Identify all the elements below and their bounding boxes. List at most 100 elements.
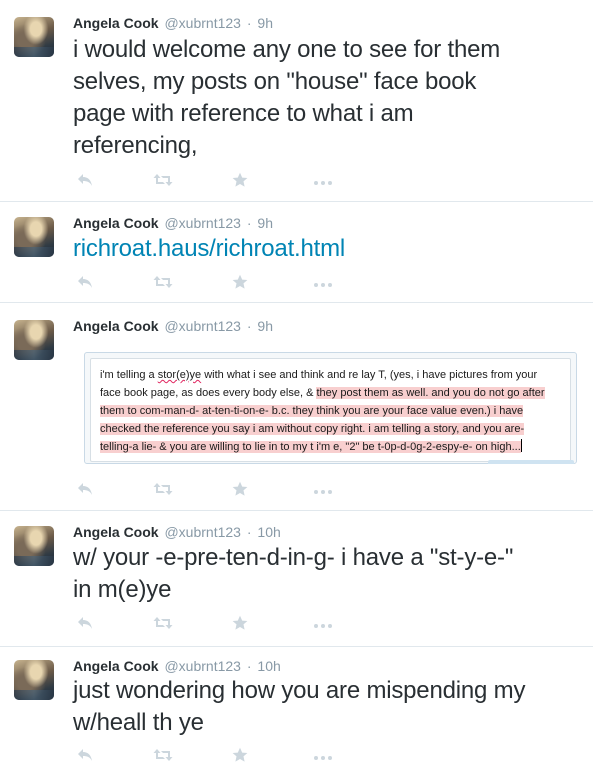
quoted-text-line: them to com-man-d- at-ten-ti-on-e- b.c. … <box>100 402 562 420</box>
separator: · <box>246 15 252 31</box>
favorite-button[interactable] <box>231 481 249 502</box>
retweet-button[interactable] <box>153 616 173 634</box>
quoted-text: i'm telling a <box>100 369 158 381</box>
retweet-icon <box>153 482 173 501</box>
quoted-text-line: i'm telling a stor(e)ye with what i see … <box>100 366 562 384</box>
timestamp[interactable]: 9h <box>257 215 273 231</box>
favorite-icon <box>232 747 248 766</box>
tweet[interactable]: Angela Cook @xubrnt123 · 9h i would welc… <box>0 0 593 202</box>
tweet-text-line: just wondering how you are mispending my <box>73 677 526 704</box>
author-name[interactable]: Angela Cook <box>73 524 159 540</box>
author-handle[interactable]: @xubrnt123 <box>164 318 240 334</box>
reply-button[interactable] <box>77 748 93 766</box>
favorite-button[interactable] <box>231 274 249 295</box>
author-name[interactable]: Angela Cook <box>73 15 159 31</box>
avatar[interactable] <box>14 660 54 700</box>
reply-icon <box>77 482 93 501</box>
more-button[interactable] <box>311 275 335 293</box>
quoted-image-card[interactable]: i'm telling a stor(e)ye with what i see … <box>84 352 577 464</box>
author-handle[interactable]: @xubrnt123 <box>164 15 240 31</box>
tweet-header: Angela Cook @xubrnt123 · 10h <box>73 657 281 675</box>
reply-button[interactable] <box>77 275 93 293</box>
text-cursor <box>520 439 522 452</box>
retweet-button[interactable] <box>153 275 173 293</box>
reply-icon <box>77 616 93 635</box>
highlighted-text: them to com-man-d- at-ten-ti-on-e- b.c. … <box>100 405 524 417</box>
tweet-text-line: page with reference to what i am <box>73 100 414 127</box>
avatar[interactable] <box>14 217 54 257</box>
author-name[interactable]: Angela Cook <box>73 318 159 334</box>
retweet-icon <box>153 275 173 294</box>
tweet[interactable]: Angela Cook @xubrnt123 · 9h i'm telling … <box>0 303 593 511</box>
more-button[interactable] <box>311 173 335 191</box>
tweet-text: i would welcome any one to see for them … <box>73 34 578 162</box>
retweet-icon <box>153 748 173 766</box>
author-handle[interactable]: @xubrnt123 <box>164 524 240 540</box>
tweet-text-line: w/heall th ye <box>73 709 204 736</box>
more-icon <box>313 173 333 191</box>
author-handle[interactable]: @xubrnt123 <box>164 658 240 674</box>
more-icon <box>313 275 333 293</box>
timestamp[interactable]: 9h <box>257 318 273 334</box>
tweet-text-line: i would welcome any one to see for them <box>73 36 501 63</box>
quoted-text-line: face book page, as does every body else,… <box>100 384 562 402</box>
timestamp[interactable]: 10h <box>257 524 280 540</box>
tweet[interactable]: Angela Cook @xubrnt123 · 10h just wonder… <box>0 647 593 766</box>
more-icon <box>313 748 333 766</box>
tweet-link[interactable]: richroat.haus/richroat.html <box>73 233 578 265</box>
misspelled-word: stor(e)ye <box>157 369 202 381</box>
tweet-actions <box>73 615 343 634</box>
tweet-text: just wondering how you are mispending my… <box>73 675 578 739</box>
tweet-timeline: Angela Cook @xubrnt123 · 9h i would welc… <box>0 0 593 766</box>
tweet-actions <box>73 747 343 766</box>
favorite-icon <box>232 481 248 502</box>
reply-icon <box>77 275 93 294</box>
timestamp[interactable]: 9h <box>257 15 273 31</box>
reply-button[interactable] <box>77 482 93 500</box>
quoted-text-line: telling-a lie- & you are willing to lie … <box>100 438 562 456</box>
tweet-header: Angela Cook @xubrnt123 · 9h <box>73 14 273 32</box>
tweet-text-line: in m(e)ye <box>73 576 172 603</box>
highlighted-text: checked the reference you say i am witho… <box>100 423 525 435</box>
more-icon <box>313 482 333 500</box>
tweet-actions <box>73 274 343 295</box>
quoted-text-line: checked the reference you say i am witho… <box>100 420 562 438</box>
card-button[interactable] <box>488 460 574 464</box>
tweet-text-line: selves, my posts on "house" face book <box>73 68 477 95</box>
quoted-text-box: i'm telling a stor(e)ye with what i see … <box>90 358 571 462</box>
more-icon <box>313 616 333 634</box>
tweet-text: richroat.haus/richroat.html <box>73 233 578 265</box>
favorite-icon <box>232 274 248 295</box>
author-name[interactable]: Angela Cook <box>73 215 159 231</box>
favorite-button[interactable] <box>231 172 249 193</box>
tweet[interactable]: Angela Cook @xubrnt123 · 10h w/ your -e-… <box>0 511 593 647</box>
favorite-icon <box>232 172 248 193</box>
more-button[interactable] <box>311 748 335 766</box>
quoted-text: face book page, as does every body else,… <box>100 387 317 399</box>
reply-button[interactable] <box>77 173 93 191</box>
author-name[interactable]: Angela Cook <box>73 658 159 674</box>
tweet-header: Angela Cook @xubrnt123 · 9h <box>73 317 273 335</box>
retweet-button[interactable] <box>153 748 173 766</box>
retweet-button[interactable] <box>153 482 173 500</box>
separator: · <box>246 658 252 674</box>
tweet[interactable]: Angela Cook @xubrnt123 · 9h richroat.hau… <box>0 202 593 303</box>
separator: · <box>246 215 252 231</box>
tweet-header: Angela Cook @xubrnt123 · 10h <box>73 523 281 541</box>
tweet-text: w/ your -e-pre-ten-d-in-g- i have a "st-… <box>73 542 578 606</box>
retweet-icon <box>153 173 173 192</box>
retweet-button[interactable] <box>153 173 173 191</box>
retweet-icon <box>153 616 173 635</box>
timestamp[interactable]: 10h <box>257 658 280 674</box>
favorite-button[interactable] <box>231 747 249 766</box>
more-button[interactable] <box>311 482 335 500</box>
avatar[interactable] <box>14 17 54 57</box>
author-handle[interactable]: @xubrnt123 <box>164 215 240 231</box>
reply-button[interactable] <box>77 616 93 634</box>
highlighted-text: they post them as well. and you do not g… <box>316 387 545 399</box>
avatar[interactable] <box>14 320 54 360</box>
favorite-button[interactable] <box>231 615 249 634</box>
avatar[interactable] <box>14 526 54 566</box>
tweet-actions <box>73 481 343 502</box>
more-button[interactable] <box>311 616 335 634</box>
